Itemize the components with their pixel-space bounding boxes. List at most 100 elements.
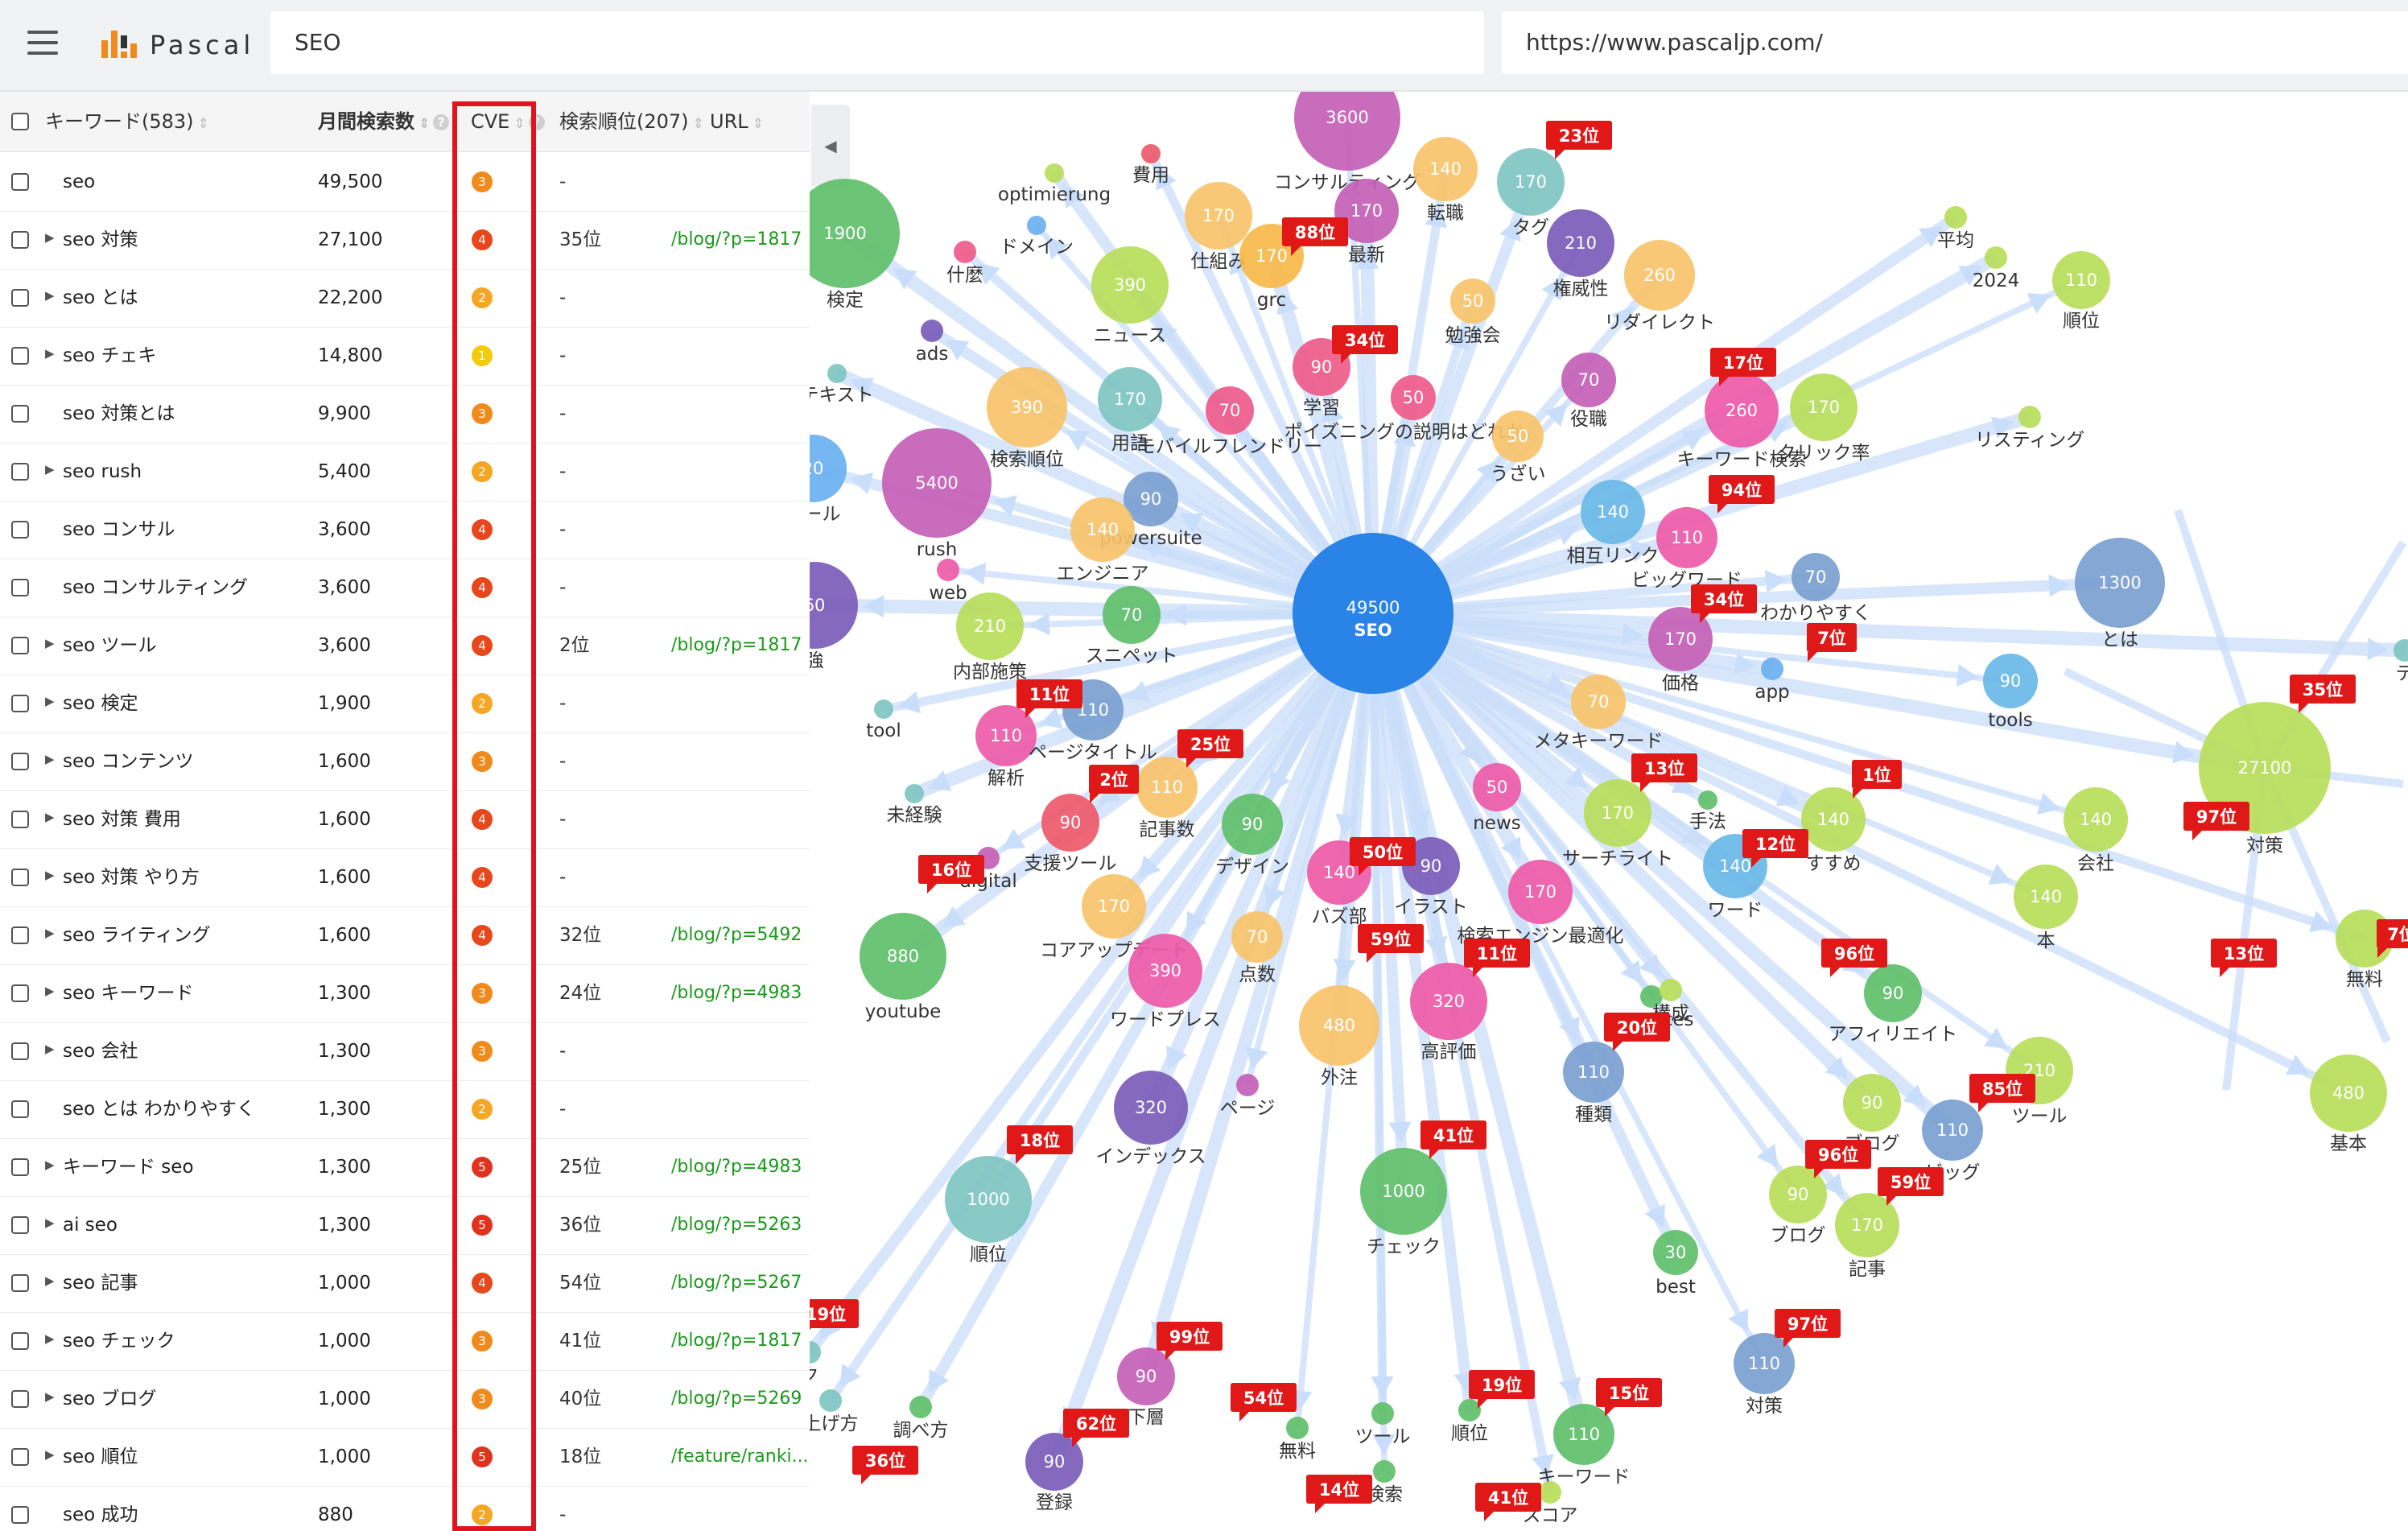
url-link[interactable]: /blog/?p=4983 <box>671 1138 802 1196</box>
graph-node[interactable] <box>1373 1460 1396 1483</box>
site-url-input[interactable]: https://www.pascaljp.com/ <box>1502 11 2408 74</box>
expand-caret-icon[interactable]: ▶ <box>45 868 55 882</box>
table-row[interactable]: seo コンサル 3,600 4 - <box>0 501 810 559</box>
expand-caret-icon[interactable]: ▶ <box>45 1042 55 1056</box>
expand-caret-icon[interactable]: ▶ <box>45 462 55 477</box>
graph-node-label[interactable]: 記事 <box>1849 1259 1886 1280</box>
graph-node-label[interactable]: 順位 <box>2063 311 2100 332</box>
table-row[interactable]: ▶ seo 会社 1,300 3 - <box>0 1022 810 1081</box>
graph-node[interactable] <box>1027 216 1046 235</box>
row-checkbox[interactable] <box>11 173 29 191</box>
graph-node-label[interactable]: 未経験 <box>887 805 942 826</box>
keyword-cell[interactable]: seo コンテンツ <box>63 732 194 790</box>
keyword-cell[interactable]: seo 会社 <box>63 1022 138 1080</box>
keyword-cell[interactable]: seo チェック <box>63 1312 175 1370</box>
expand-caret-icon[interactable]: ▶ <box>45 694 55 708</box>
graph-node-label[interactable]: 上げ方 <box>810 1413 859 1434</box>
graph-node-label[interactable]: 順位 <box>970 1244 1007 1265</box>
graph-node-label[interactable]: テキスト <box>810 385 874 406</box>
row-checkbox[interactable] <box>11 463 29 481</box>
graph-node-label[interactable]: 本 <box>2037 931 2055 951</box>
keyword-cell[interactable]: seo コンサルティング <box>63 559 248 617</box>
graph-node-label[interactable]: 価格 <box>1662 673 1699 694</box>
graph-node[interactable] <box>2394 639 2408 662</box>
graph-node[interactable] <box>1761 658 1783 680</box>
graph-node[interactable] <box>1141 144 1161 163</box>
graph-node-label[interactable]: 調べ方 <box>893 1420 949 1441</box>
row-checkbox[interactable] <box>11 926 29 944</box>
graph-node-label[interactable]: デザイン <box>1215 856 1289 877</box>
graph-node-label[interactable]: テ <box>2396 663 2408 684</box>
app-logo[interactable]: Pascal <box>98 24 254 66</box>
graph-node-label[interactable]: わかりやすく <box>1760 603 1871 624</box>
table-row[interactable]: ▶ seo 記事 1,000 4 54位/blog/?p=5267 <box>0 1254 810 1313</box>
keyword-cell[interactable]: seo とは <box>63 269 138 327</box>
keyword-cell[interactable]: seo 対策とは <box>63 385 175 443</box>
graph-node-label[interactable]: 強 <box>810 650 824 671</box>
url-link[interactable]: /blog/?p=4983 <box>671 964 802 1022</box>
help-icon[interactable]: ? <box>528 114 545 130</box>
graph-node-label[interactable]: 点数 <box>1239 964 1276 985</box>
graph-node-label[interactable]: モバイルフレンドリー <box>1137 436 1322 457</box>
column-header-rank[interactable]: 検索順位(207) ⇕ <box>559 92 704 151</box>
graph-node-label[interactable]: 登録 <box>1036 1492 1073 1513</box>
row-checkbox[interactable] <box>11 347 29 365</box>
expand-caret-icon[interactable]: ▶ <box>45 1158 55 1172</box>
graph-node-label[interactable]: スニペット <box>1086 646 1178 666</box>
keyword-cell[interactable]: seo ブログ <box>63 1370 157 1428</box>
graph-node-label[interactable]: メタキーワード <box>1534 731 1664 752</box>
table-row[interactable]: ▶ seo 対策 27,100 4 35位/blog/?p=1817 <box>0 211 810 270</box>
graph-node[interactable] <box>1458 1399 1481 1422</box>
keyword-cell[interactable]: seo ツール <box>63 617 157 675</box>
expand-caret-icon[interactable]: ▶ <box>45 1447 55 1462</box>
row-checkbox[interactable] <box>11 405 29 423</box>
graph-node-label[interactable]: 平均 <box>1937 230 1974 251</box>
graph-node-label[interactable]: 勉強会 <box>1445 325 1501 346</box>
graph-node[interactable] <box>905 784 924 803</box>
table-row[interactable]: ▶ seo ツール 3,600 4 2位/blog/?p=1817 <box>0 617 810 675</box>
graph-node-label[interactable]: ワード <box>1708 900 1763 921</box>
table-row[interactable]: ▶ seo 順位 1,000 5 18位/feature/ranki... <box>0 1428 810 1487</box>
table-row[interactable]: ▶ キーワード seo 1,300 5 25位/blog/?p=4983 <box>0 1138 810 1197</box>
hamburger-menu-icon[interactable] <box>27 31 58 55</box>
graph-node-label[interactable]: best <box>1656 1277 1696 1298</box>
keyword-cell[interactable]: seo 成功 <box>63 1486 138 1531</box>
expand-caret-icon[interactable]: ▶ <box>45 984 55 998</box>
keyword-cell[interactable]: キーワード seo <box>63 1138 194 1196</box>
graph-node-label[interactable]: インデックス <box>1095 1146 1206 1167</box>
url-link[interactable]: /feature/ranki... <box>671 1428 809 1486</box>
graph-node-label[interactable]: 検定 <box>827 290 864 311</box>
graph-node-label[interactable]: ブログ <box>1771 1225 1826 1246</box>
row-checkbox[interactable] <box>11 579 29 596</box>
graph-node-label[interactable]: 権威性 <box>1553 279 1609 299</box>
keyword-cell[interactable]: seo コンサル <box>63 501 175 559</box>
row-checkbox[interactable] <box>11 289 29 307</box>
graph-node-label[interactable]: エンジニア <box>1057 563 1149 584</box>
graph-node-label[interactable]: 相互リンク <box>1567 546 1660 567</box>
graph-node-label[interactable]: 無料 <box>2346 969 2383 990</box>
keyword-search-input[interactable]: SEO <box>270 11 1484 74</box>
graph-node-label[interactable]: 会社 <box>2077 853 2114 874</box>
graph-node-label[interactable]: 解析 <box>988 768 1025 789</box>
expand-caret-icon[interactable]: ▶ <box>45 1215 55 1230</box>
row-checkbox[interactable] <box>11 1332 29 1350</box>
url-link[interactable]: /blog/?p=5263 <box>671 1196 802 1254</box>
table-row[interactable]: ▶ seo チェック 1,000 3 41位/blog/?p=1817 <box>0 1312 810 1371</box>
graph-node-label[interactable]: 外注 <box>1321 1067 1358 1088</box>
graph-node-label[interactable]: 基本 <box>2330 1133 2367 1154</box>
table-row[interactable]: ▶ seo ブログ 1,000 3 40位/blog/?p=5269 <box>0 1370 810 1429</box>
graph-node-label[interactable]: 役職 <box>1570 409 1607 430</box>
graph-node-label[interactable]: 費用 <box>1132 165 1169 186</box>
table-row[interactable]: ▶ seo 対策 やり方 1,600 4 - <box>0 848 810 907</box>
row-checkbox[interactable] <box>11 1274 29 1292</box>
table-row[interactable]: ▶ seo キーワード 1,300 3 24位/blog/?p=4983 <box>0 964 810 1023</box>
graph-node-label[interactable]: とは <box>2101 629 2138 650</box>
graph-node-label[interactable]: optimierung <box>998 184 1111 205</box>
table-row[interactable]: ▶ ai seo 1,300 5 36位/blog/?p=5263 <box>0 1196 810 1255</box>
keyword-cell[interactable]: seo キーワード <box>63 964 194 1022</box>
graph-node-label[interactable]: 順位 <box>1451 1423 1488 1444</box>
graph-node-label[interactable]: リスティング <box>1975 430 2085 451</box>
table-row[interactable]: seo とは わかりやすく 1,300 2 - <box>0 1080 810 1139</box>
graph-node-label[interactable]: 無料 <box>1279 1441 1316 1462</box>
graph-node-label[interactable]: タグ <box>1512 217 1549 238</box>
